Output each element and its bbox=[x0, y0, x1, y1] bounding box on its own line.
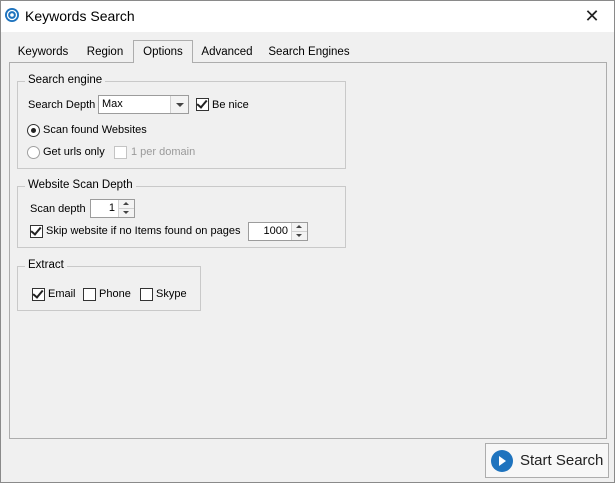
scan-depth-value: 1 bbox=[108, 202, 115, 214]
be-nice-label: Be nice bbox=[212, 99, 249, 111]
email-checkbox[interactable] bbox=[32, 287, 45, 301]
tab-search-engines[interactable]: Search Engines bbox=[264, 42, 354, 62]
website-scan-legend: Website Scan Depth bbox=[25, 179, 136, 191]
one-per-domain-checkbox[interactable] bbox=[114, 146, 127, 159]
get-urls-label: Get urls only bbox=[43, 146, 105, 158]
check-icon bbox=[32, 287, 44, 299]
skype-label: Skype bbox=[156, 288, 187, 300]
start-search-button[interactable]: Start Search bbox=[485, 443, 609, 478]
one-per-domain-label: 1 per domain bbox=[131, 146, 196, 158]
close-icon[interactable]: ✕ bbox=[578, 3, 606, 29]
scan-depth-label: Scan depth bbox=[30, 203, 86, 215]
check-icon bbox=[196, 97, 208, 109]
chevron-down-icon[interactable] bbox=[170, 96, 188, 113]
phone-checkbox[interactable] bbox=[83, 288, 96, 301]
skip-pages-value: 1000 bbox=[263, 225, 288, 237]
spin-down-icon[interactable] bbox=[118, 209, 134, 217]
tab-region[interactable]: Region bbox=[79, 42, 131, 62]
tab-advanced[interactable]: Advanced bbox=[196, 42, 258, 62]
skip-pages-spinner[interactable]: 1000 bbox=[248, 222, 308, 241]
search-depth-select[interactable]: Max bbox=[98, 95, 189, 114]
tab-options[interactable]: Options bbox=[133, 40, 193, 63]
scan-found-label: Scan found Websites bbox=[43, 124, 147, 136]
scan-depth-spinner[interactable]: 1 bbox=[90, 199, 135, 218]
spin-up-icon[interactable] bbox=[291, 223, 307, 232]
skype-checkbox[interactable] bbox=[140, 288, 153, 301]
spin-down-icon[interactable] bbox=[291, 232, 307, 240]
search-depth-label: Search Depth bbox=[28, 99, 96, 111]
play-circle-icon bbox=[491, 450, 513, 472]
skip-website-checkbox[interactable] bbox=[30, 224, 43, 238]
tab-keywords[interactable]: Keywords bbox=[11, 42, 75, 62]
check-icon bbox=[30, 224, 42, 236]
search-depth-value: Max bbox=[102, 98, 123, 110]
start-search-label: Start Search bbox=[520, 452, 604, 469]
search-engine-legend: Search engine bbox=[25, 74, 106, 86]
skip-website-label: Skip website if no Items found on pages bbox=[46, 225, 241, 237]
phone-label: Phone bbox=[99, 288, 131, 300]
scan-found-radio[interactable] bbox=[27, 124, 40, 137]
get-urls-radio[interactable] bbox=[27, 146, 40, 159]
window-title: Keywords Search bbox=[25, 8, 135, 24]
spin-up-icon[interactable] bbox=[118, 200, 134, 209]
title-bar: Keywords Search ✕ bbox=[0, 0, 615, 32]
email-label: Email bbox=[48, 288, 76, 300]
target-icon bbox=[5, 8, 19, 22]
extract-legend: Extract bbox=[25, 259, 67, 271]
radio-dot-icon bbox=[31, 128, 36, 133]
be-nice-checkbox[interactable] bbox=[196, 97, 209, 111]
